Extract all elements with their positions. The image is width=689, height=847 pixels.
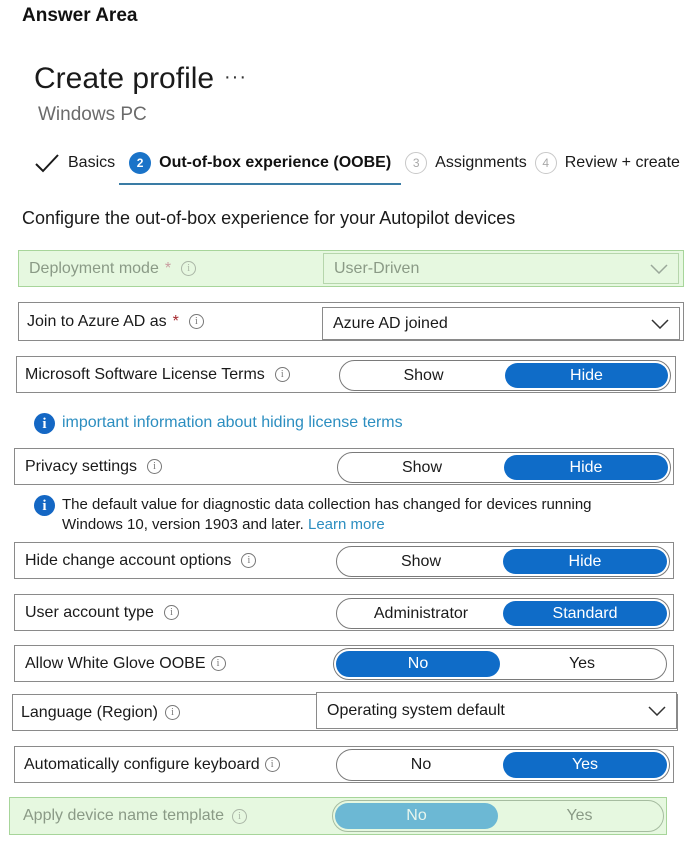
wizard-step-basics[interactable]: Basics	[34, 147, 115, 179]
toggle-option-show[interactable]: Show	[339, 549, 503, 574]
info-icon[interactable]: i	[188, 314, 204, 329]
device-name-template-row: Apply device name template i No Yes	[9, 797, 667, 835]
more-options-icon[interactable]: ···	[224, 66, 247, 89]
info-icon[interactable]: i	[274, 367, 290, 382]
step-number-badge: 4	[534, 152, 557, 174]
hide-change-account-label: Hide change account options	[25, 551, 232, 569]
hide-change-account-row: Hide change account options i Show Hide	[14, 542, 674, 579]
deployment-mode-dropdown[interactable]: User-Driven	[323, 253, 679, 284]
chevron-down-icon	[650, 263, 668, 274]
wizard-step-label: Out-of-box experience (OOBE)	[159, 154, 392, 171]
info-icon[interactable]: i	[163, 605, 179, 620]
auto-keyboard-label: Automatically configure keyboard	[24, 755, 260, 773]
info-icon[interactable]: i	[241, 553, 257, 568]
info-icon[interactable]: i	[232, 808, 247, 824]
wizard-step-label: Basics	[68, 154, 116, 171]
info-icon[interactable]: i	[181, 261, 197, 276]
license-terms-toggle[interactable]: Show Hide	[339, 360, 671, 391]
page-subtitle: Windows PC	[38, 104, 147, 125]
section-heading: Configure the out-of-box experience for …	[22, 208, 516, 228]
language-region-dropdown[interactable]: Operating system default	[316, 692, 677, 729]
toggle-option-no[interactable]: No	[335, 803, 498, 829]
toggle-option-yes[interactable]: Yes	[503, 752, 667, 778]
join-azure-label: Join to Azure AD as	[27, 312, 167, 330]
hide-change-account-toggle[interactable]: Show Hide	[336, 546, 670, 577]
user-account-type-label: User account type	[25, 603, 154, 621]
dropdown-value: Azure AD joined	[333, 314, 448, 332]
deployment-mode-row: Deployment mode * i User-Driven	[18, 250, 684, 287]
join-azure-dropdown[interactable]: Azure AD joined	[322, 307, 680, 340]
language-region-row: Language (Region) i Operating system def…	[12, 692, 678, 731]
toggle-option-yes[interactable]: Yes	[500, 651, 664, 677]
info-filled-icon: i	[34, 495, 55, 516]
required-asterisk: *	[172, 312, 179, 330]
wizard-step-review[interactable]: 4 Review + create	[534, 147, 680, 179]
join-azure-row: Join to Azure AD as * i Azure AD joined	[18, 302, 684, 341]
toggle-option-hide[interactable]: Hide	[503, 549, 667, 574]
toggle-option-show[interactable]: Show	[342, 363, 505, 388]
device-name-template-toggle[interactable]: No Yes	[332, 800, 664, 832]
notice-text: Windows 10, version 1903 and later.	[62, 516, 304, 533]
wizard-step-label: Assignments	[435, 154, 527, 171]
deployment-mode-label: Deployment mode	[29, 259, 159, 277]
checkmark-icon	[35, 154, 59, 173]
wizard-step-oobe[interactable]: 2 Out-of-box experience (OOBE)	[119, 147, 402, 185]
info-icon[interactable]: i	[165, 705, 180, 720]
privacy-settings-toggle[interactable]: Show Hide	[337, 452, 671, 483]
license-terms-row: Microsoft Software License Terms i Show …	[16, 356, 676, 393]
wizard-step-assignments[interactable]: 3 Assignments	[405, 147, 527, 179]
wizard-steps: Basics 2 Out-of-box experience (OOBE) 3 …	[34, 147, 688, 185]
info-filled-icon: i	[34, 413, 55, 434]
device-name-template-label: Apply device name template	[23, 807, 224, 824]
toggle-option-standard[interactable]: Standard	[503, 601, 667, 626]
toggle-option-no[interactable]: No	[339, 752, 503, 778]
white-glove-row: Allow White Glove OOBE i No Yes	[14, 645, 674, 682]
privacy-notice-text: The default value for diagnostic data co…	[62, 495, 592, 535]
auto-keyboard-row: Automatically configure keyboard i No Ye…	[14, 746, 674, 783]
chevron-down-icon	[648, 705, 666, 716]
white-glove-toggle[interactable]: No Yes	[333, 648, 667, 680]
privacy-settings-label: Privacy settings	[25, 457, 138, 475]
toggle-option-show[interactable]: Show	[340, 455, 504, 480]
toggle-option-no[interactable]: No	[336, 651, 500, 677]
user-account-type-toggle[interactable]: Administrator Standard	[336, 598, 670, 629]
notice-line: Windows 10, version 1903 and later. Lear…	[62, 515, 592, 535]
step-number-badge: 3	[405, 152, 428, 174]
notice-line: The default value for diagnostic data co…	[62, 496, 592, 513]
wizard-step-label: Review + create	[564, 154, 680, 171]
info-icon[interactable]: i	[264, 757, 280, 772]
toggle-option-hide[interactable]: Hide	[505, 363, 668, 388]
info-icon[interactable]: i	[210, 656, 226, 671]
license-notice: i important information about hiding lic…	[34, 413, 403, 434]
privacy-notice: i The default value for diagnostic data …	[34, 495, 592, 535]
language-region-label: Language (Region)	[21, 703, 158, 721]
license-terms-label: Microsoft Software License Terms	[25, 365, 265, 383]
dropdown-value: Operating system default	[327, 701, 505, 719]
answer-area-heading: Answer Area	[22, 5, 138, 26]
toggle-option-administrator[interactable]: Administrator	[339, 601, 503, 626]
user-account-type-row: User account type i Administrator Standa…	[14, 594, 674, 631]
chevron-down-icon	[651, 318, 669, 329]
info-icon[interactable]: i	[147, 459, 163, 474]
page-title: Create profile	[34, 62, 215, 95]
license-info-link[interactable]: important information about hiding licen…	[62, 413, 403, 433]
dropdown-value: User-Driven	[334, 259, 420, 277]
required-asterisk: *	[164, 259, 172, 277]
learn-more-link[interactable]: Learn more	[308, 516, 385, 533]
toggle-option-yes[interactable]: Yes	[498, 803, 661, 829]
toggle-option-hide[interactable]: Hide	[504, 455, 668, 480]
step-number-badge: 2	[129, 152, 152, 174]
privacy-settings-row: Privacy settings i Show Hide	[14, 448, 674, 485]
white-glove-label: Allow White Glove OOBE	[25, 654, 206, 672]
auto-keyboard-toggle[interactable]: No Yes	[336, 749, 670, 781]
